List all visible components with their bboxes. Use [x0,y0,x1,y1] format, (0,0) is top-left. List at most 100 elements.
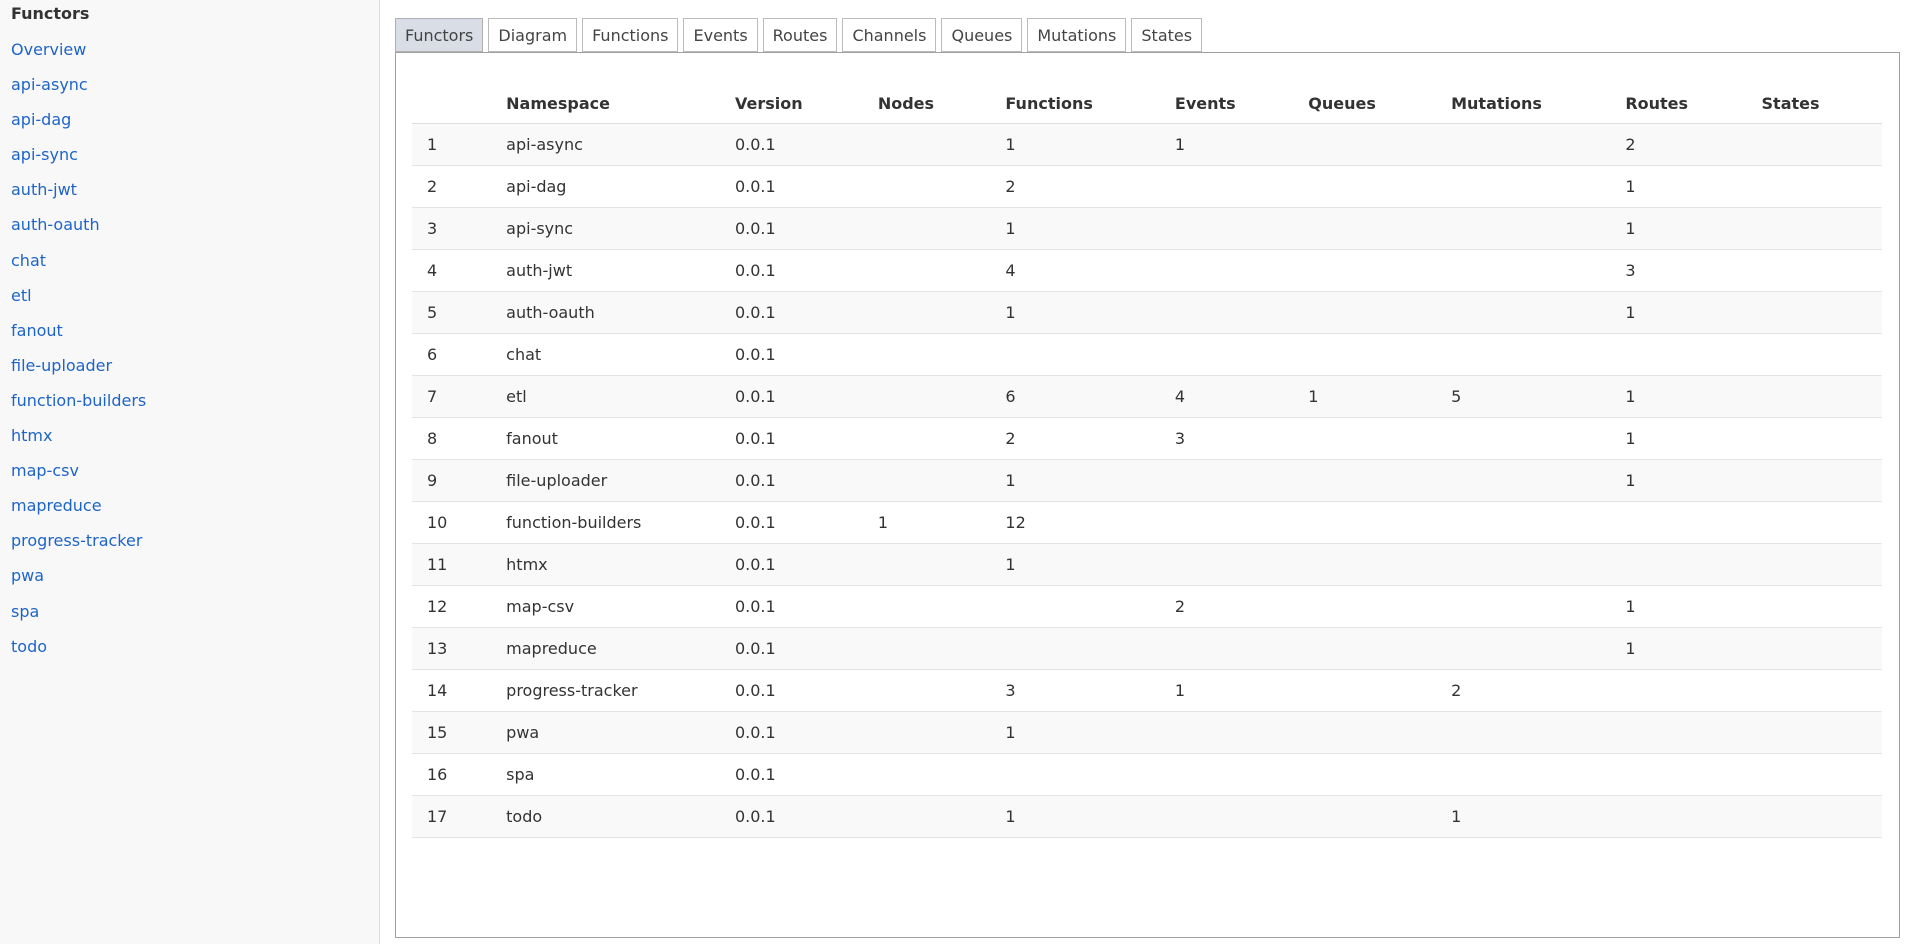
sidebar-item-api-sync[interactable]: api-sync [0,137,379,172]
table-cell-mutations [1436,123,1611,166]
tab-mutations[interactable]: Mutations [1027,18,1127,52]
tab-functions[interactable]: Functions [582,18,679,52]
table-cell-namespace: chat [491,333,720,376]
sidebar-item-overview[interactable]: Overview [0,32,379,67]
sidebar-item-api-async[interactable]: api-async [0,67,379,102]
table-cell-index: 10 [412,501,492,544]
table-cell-queues [1293,207,1437,250]
table-cell-functions [990,753,1160,796]
table-cell-routes: 1 [1610,375,1747,418]
sidebar-item-progress-tracker[interactable]: progress-tracker [0,523,379,558]
column-header-version[interactable]: Version [719,83,863,124]
tab-functors[interactable]: Functors [395,18,484,52]
column-header-queues[interactable]: Queues [1293,83,1437,124]
table-row[interactable]: 10 function-builders 0.0.1 1 12 [412,501,1882,544]
table-cell-index: 9 [412,459,492,502]
table-row[interactable]: 1 api-async 0.0.1 1 1 2 [412,123,1882,166]
tab-events[interactable]: Events [683,18,758,52]
table-row[interactable]: 2 api-dag 0.0.1 2 1 [412,165,1882,208]
tab-states[interactable]: States [1131,18,1203,52]
table-row[interactable]: 9 file-uploader 0.0.1 1 1 [412,459,1882,502]
table-cell-version: 0.0.1 [719,291,863,334]
tab-routes[interactable]: Routes [762,18,838,52]
table-cell-queues [1293,795,1437,838]
sidebar-title: Functors [11,4,90,23]
tab-channels[interactable]: Channels [842,18,937,52]
column-header-events[interactable]: Events [1159,83,1294,124]
sidebar-item-map-csv[interactable]: map-csv [0,453,379,488]
sidebar-item-todo[interactable]: todo [0,629,379,664]
column-header-namespace[interactable]: Namespace [491,83,720,124]
table-cell-queues [1293,627,1437,670]
table-cell-version: 0.0.1 [719,627,863,670]
table-cell-states [1746,753,1882,796]
table-cell-events [1159,165,1294,208]
table-cell-states [1746,207,1882,250]
sidebar-item-htmx[interactable]: htmx [0,418,379,453]
table-row[interactable]: 17 todo 0.0.1 1 1 [412,795,1882,838]
table-cell-version: 0.0.1 [719,501,863,544]
table-cell-namespace: pwa [491,711,720,754]
sidebar-item-fanout[interactable]: fanout [0,313,379,348]
table-row[interactable]: 13 mapreduce 0.0.1 1 [412,627,1882,670]
table-cell-states [1746,627,1882,670]
table-cell-namespace: function-builders [491,501,720,544]
table-cell-queues [1293,459,1437,502]
sidebar: Functors Overview api-async api-dag api-syn… [0,0,380,944]
table-cell-functions [990,333,1160,376]
sidebar-item-mapreduce[interactable]: mapreduce [0,488,379,523]
table-cell-namespace: etl [491,375,720,418]
table-cell-events [1159,627,1294,670]
tab-queues[interactable]: Queues [941,18,1023,52]
sidebar-links: Overview api-async api-dag api-sync auth-jwt… [0,32,379,664]
column-header-states[interactable]: States [1746,83,1882,124]
column-header-nodes[interactable]: Nodes [862,83,991,124]
table-cell-events [1159,333,1294,376]
table-cell-functions [990,627,1160,670]
table-cell-routes: 1 [1610,627,1747,670]
table-cell-version: 0.0.1 [719,165,863,208]
table-cell-version: 0.0.1 [719,123,863,166]
table-cell-queues [1293,501,1437,544]
tab-diagram[interactable]: Diagram [488,18,578,52]
table-cell-functions: 4 [990,249,1160,292]
table-cell-routes: 1 [1610,207,1747,250]
table-row[interactable]: 7 etl 0.0.1 6 4 1 5 1 [412,375,1882,418]
sidebar-item-api-dag[interactable]: api-dag [0,102,379,137]
table-row[interactable]: 5 auth-oauth 0.0.1 1 1 [412,291,1882,334]
column-header-index[interactable] [412,83,492,124]
table-row[interactable]: 16 spa 0.0.1 [412,753,1882,796]
table-cell-nodes [862,375,991,418]
sidebar-item-auth-jwt[interactable]: auth-jwt [0,172,379,207]
table-cell-states [1746,375,1882,418]
sidebar-item-auth-oauth[interactable]: auth-oauth [0,207,379,242]
sidebar-item-chat[interactable]: chat [0,243,379,278]
table-row[interactable]: 15 pwa 0.0.1 1 [412,711,1882,754]
sidebar-item-function-builders[interactable]: function-builders [0,383,379,418]
table-cell-mutations: 2 [1436,669,1611,712]
table-row[interactable]: 3 api-sync 0.0.1 1 1 [412,207,1882,250]
table-cell-namespace: auth-jwt [491,249,720,292]
table-cell-namespace: file-uploader [491,459,720,502]
table-cell-nodes: 1 [862,501,991,544]
table-cell-namespace: api-async [491,123,720,166]
table-row[interactable]: 12 map-csv 0.0.1 2 1 [412,585,1882,628]
table-row[interactable]: 4 auth-jwt 0.0.1 4 3 [412,249,1882,292]
table-cell-index: 2 [412,165,492,208]
sidebar-item-etl[interactable]: etl [0,278,379,313]
sidebar-item-file-uploader[interactable]: file-uploader [0,348,379,383]
table-cell-routes: 1 [1610,291,1747,334]
table-cell-events [1159,795,1294,838]
sidebar-item-pwa[interactable]: pwa [0,558,379,593]
column-header-functions[interactable]: Functions [990,83,1160,124]
table-row[interactable]: 14 progress-tracker 0.0.1 3 1 2 [412,669,1882,712]
table-cell-events [1159,249,1294,292]
column-header-mutations[interactable]: Mutations [1436,83,1611,124]
table-row[interactable]: 11 htmx 0.0.1 1 [412,543,1882,586]
table-cell-events [1159,207,1294,250]
sidebar-item-spa[interactable]: spa [0,594,379,629]
table-row[interactable]: 8 fanout 0.0.1 2 3 1 [412,417,1882,460]
column-header-routes[interactable]: Routes [1610,83,1747,124]
table-cell-nodes [862,585,991,628]
table-row[interactable]: 6 chat 0.0.1 [412,333,1882,376]
